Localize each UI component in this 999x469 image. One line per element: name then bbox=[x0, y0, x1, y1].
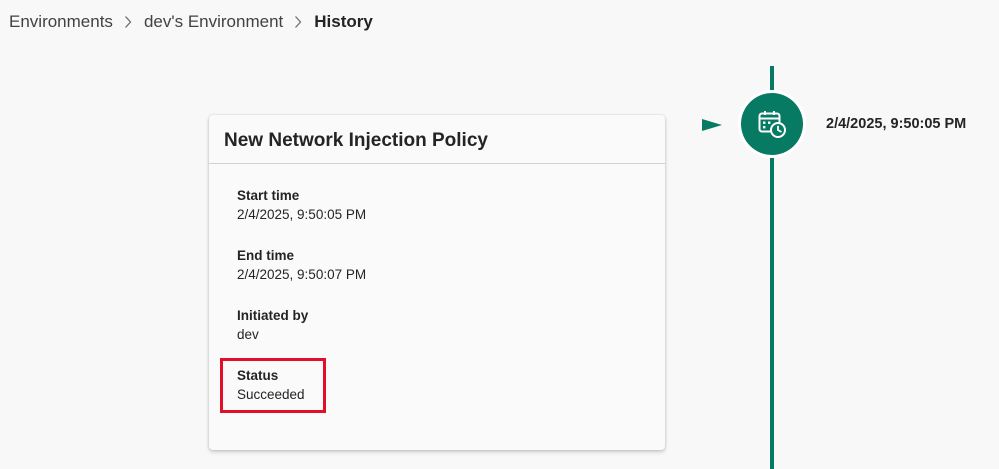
field-label: End time bbox=[237, 248, 295, 263]
breadcrumb-item-environments[interactable]: Environments bbox=[9, 12, 113, 32]
card-title: New Network Injection Policy bbox=[224, 130, 488, 151]
breadcrumb-current-history: History bbox=[314, 12, 373, 31]
timeline-pointer-arrow-icon bbox=[702, 119, 722, 131]
field-start-time: Start time 2/4/2025, 9:50:05 PM bbox=[237, 187, 366, 225]
field-end-time: End time 2/4/2025, 9:50:07 PM bbox=[237, 247, 366, 285]
card-header: New Network Injection Policy bbox=[209, 115, 665, 164]
breadcrumb-item-dev-environment[interactable]: dev's Environment bbox=[144, 12, 283, 32]
field-value: dev bbox=[237, 327, 259, 342]
field-value: 2/4/2025, 9:50:05 PM bbox=[237, 207, 367, 222]
timeline-timestamp: 2/4/2025, 9:50:05 PM bbox=[826, 116, 967, 132]
field-label: Initiated by bbox=[237, 308, 309, 323]
calendar-clock-icon bbox=[758, 111, 786, 138]
chevron-right-icon bbox=[294, 15, 302, 29]
field-label: Start time bbox=[237, 188, 300, 203]
chevron-right-icon bbox=[124, 15, 132, 29]
field-value: 2/4/2025, 9:50:07 PM bbox=[237, 267, 367, 282]
status-highlight-box bbox=[220, 358, 326, 413]
timeline-node[interactable] bbox=[741, 93, 803, 155]
field-initiated-by: Initiated by dev bbox=[237, 307, 308, 345]
breadcrumb: Environments dev's Environment History bbox=[9, 11, 373, 33]
